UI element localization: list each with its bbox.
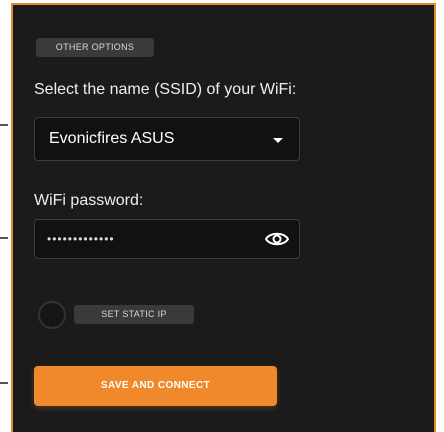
wifi-settings-panel: OTHER OPTIONS Select the name (SSID) of … <box>11 3 436 432</box>
other-options-badge: OTHER OPTIONS <box>36 38 154 57</box>
eye-icon[interactable] <box>265 229 289 249</box>
chevron-down-icon <box>273 138 283 143</box>
password-field[interactable]: ••••••••••••• <box>34 219 300 259</box>
save-and-connect-button[interactable]: SAVE AND CONNECT <box>34 366 277 406</box>
ssid-label: Select the name (SSID) of your WiFi: <box>34 81 297 98</box>
static-ip-label[interactable]: SET STATIC IP <box>74 305 194 324</box>
ssid-selected-value: Evonicfires ASUS <box>49 130 175 147</box>
page-edge-marker <box>0 237 8 239</box>
page-edge-marker <box>0 382 8 384</box>
static-ip-radio[interactable] <box>38 301 66 329</box>
password-label: WiFi password: <box>34 192 144 209</box>
ssid-select[interactable]: Evonicfires ASUS <box>34 117 300 161</box>
password-value: ••••••••••••• <box>47 232 115 246</box>
page-edge-marker <box>0 124 8 126</box>
